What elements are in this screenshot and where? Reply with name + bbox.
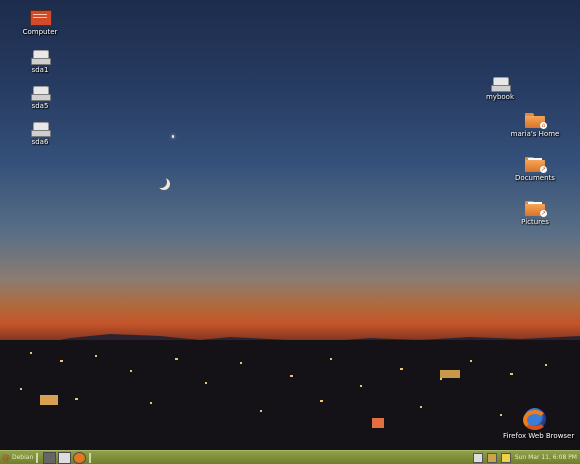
debian-logo-icon: @ [2,453,10,462]
computer-icon [30,10,52,26]
documents-folder-icon[interactable]: ↗ Documents [503,156,567,182]
sda5-drive-icon[interactable]: sda5 [8,86,72,110]
city-lights [0,340,580,450]
firefox-icon [523,408,547,430]
menu-label: Debian [12,454,34,461]
house-emblem-icon: ⌂ [540,122,547,129]
folder-icon: ↗ [525,156,547,173]
firefox-launcher-icon[interactable] [73,451,87,464]
mybook-label: mybook [485,93,515,101]
firefox-desktop-icon[interactable]: Firefox Web Browser [503,408,575,440]
link-emblem-icon: ↗ [540,166,547,173]
home-icon: ⌂ [525,112,547,129]
screensaver-launcher-icon[interactable] [58,451,72,464]
bottom-panel: @ Debian Sun Mar 11, 6:08 PM [0,450,580,464]
drive-icon [31,122,51,137]
panel-separator [36,452,39,463]
applications-menu[interactable]: @ Debian [0,452,33,464]
clock[interactable]: Sun Mar 11, 6:08 PM [515,454,577,461]
mybook-drive-icon[interactable]: mybook [468,77,532,101]
panel-separator [89,452,92,463]
venus-star [172,135,174,138]
desktop-background: Computer sda1 sda5 sda6 mybook ⌂ maria's… [0,0,580,450]
sda6-drive-icon[interactable]: sda6 [8,122,72,146]
terminal-launcher-icon[interactable] [43,451,57,464]
sda1-label: sda1 [31,66,49,74]
window-list-icon[interactable] [472,452,483,463]
link-emblem-icon: ↗ [540,210,547,217]
documents-label: Documents [515,174,555,182]
computer-desktop-icon[interactable]: Computer [8,10,72,36]
pictures-label: Pictures [521,218,549,226]
crescent-moon [155,176,167,188]
mail-icon[interactable] [500,452,511,463]
drive-icon [31,50,51,65]
home-label: maria's Home [510,130,560,138]
sda1-drive-icon[interactable]: sda1 [8,50,72,74]
system-tray: Sun Mar 11, 6:08 PM [472,452,580,463]
sda5-label: sda5 [31,102,49,110]
home-folder-icon[interactable]: ⌂ maria's Home [503,112,567,138]
computer-label: Computer [22,28,58,36]
folder-icon: ↗ [525,200,547,217]
drive-icon [491,77,511,92]
firefox-label: Firefox Web Browser [503,432,575,440]
drive-icon [31,86,51,101]
sda6-label: sda6 [31,138,49,146]
lock-icon[interactable] [486,452,497,463]
pictures-folder-icon[interactable]: ↗ Pictures [503,200,567,226]
